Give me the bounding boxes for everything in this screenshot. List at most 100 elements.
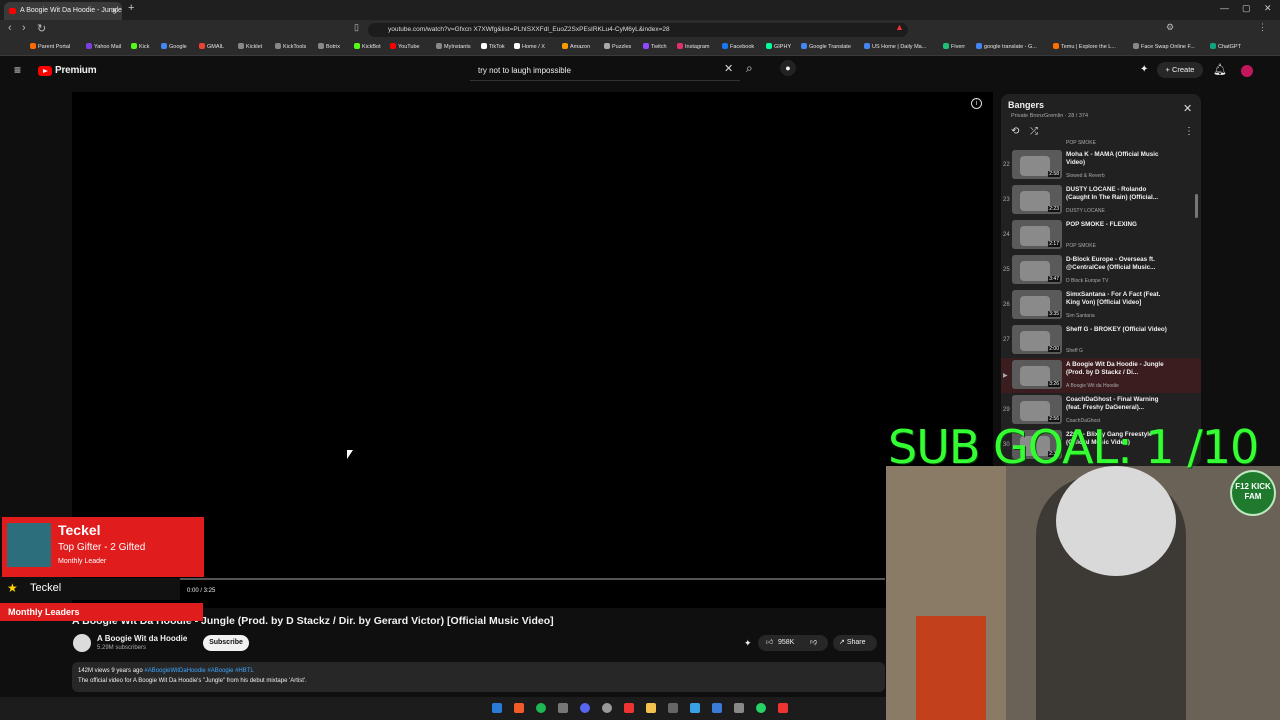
bookmark-item[interactable]: YouTube	[390, 43, 420, 50]
minimize-icon[interactable]: —	[1220, 3, 1229, 13]
whatsapp-icon[interactable]	[756, 703, 766, 713]
playlist-item-title[interactable]: A Boogie Wit Da Hoodie - Jungle (Prod. b…	[1066, 361, 1171, 377]
like-count[interactable]: 958K	[778, 635, 794, 651]
hashtags[interactable]: #ABoogieWitDaHoodie #ABoogie #HBTL	[144, 668, 253, 674]
close-playlist-icon[interactable]: ✕	[1183, 102, 1192, 115]
playlist-thumbnail[interactable]: 3:35	[1012, 290, 1062, 319]
forward-icon[interactable]: ›	[22, 22, 26, 34]
clear-search-icon[interactable]: ✕	[724, 62, 733, 75]
bookmark-item[interactable]: Kick	[131, 43, 149, 50]
bookmark-item[interactable]: US Home | Daily Ma...	[864, 43, 926, 50]
bookmark-item[interactable]: MyInstants	[436, 43, 471, 50]
telegram-icon[interactable]	[690, 703, 700, 713]
playlist-item[interactable]: 27 2:00 Sheff G - BROKEY (Official Video) S…	[1001, 323, 1201, 358]
bookmark-item[interactable]: google translate - G...	[976, 43, 1037, 50]
search-input[interactable]: try not to laugh impossible	[470, 60, 740, 81]
shuffle-icon[interactable]: ⤮	[1030, 126, 1038, 137]
video-player[interactable]	[72, 92, 993, 608]
bookmark-item[interactable]: KickBot	[354, 43, 381, 50]
bookmark-item[interactable]: KickTools	[275, 43, 306, 50]
photos-icon[interactable]	[712, 703, 722, 713]
share-button[interactable]: ↗ Share	[833, 635, 877, 651]
browser-tab[interactable]: A Boogie Wit Da Hoodie - Jungle ✕	[4, 2, 122, 20]
bookmark-item[interactable]: Temu | Explore the L...	[1053, 43, 1116, 50]
playlist-item[interactable]: 23 2:23 DUSTY LOCANE - Rolando (Caught In …	[1001, 183, 1201, 218]
playlist-item[interactable]: 26 3:35 SimxSantana - For A Fact (Feat. Ki…	[1001, 288, 1201, 323]
playlist-item-title[interactable]: CoachDaGhost - Final Warning (feat. Fres…	[1066, 396, 1171, 412]
bookmark-item[interactable]: Fiverr	[943, 43, 965, 50]
playlist-item-title[interactable]: D-Block Europe - Overseas ft. @CentralCe…	[1066, 256, 1171, 272]
bookmark-item[interactable]: Puzzles	[604, 43, 631, 50]
notifications-icon[interactable]: 🔔︎	[1213, 63, 1227, 76]
channel-name[interactable]: A Boogie Wit da Hoodie	[97, 634, 187, 643]
playlist-thumbnail[interactable]: 3:26	[1012, 360, 1062, 389]
bookmark-item[interactable]: Google	[161, 43, 187, 50]
progress-bar[interactable]	[72, 578, 885, 580]
info-icon[interactable]: i	[971, 98, 982, 109]
youtube-logo-icon[interactable]	[38, 66, 52, 76]
dislike-icon[interactable]: 👎︎	[810, 635, 817, 651]
bookmark-item[interactable]: Home / X	[514, 43, 545, 50]
playlist-item[interactable]: 25 3:47 D-Block Europe - Overseas ft. @Cen…	[1001, 253, 1201, 288]
bookmark-item[interactable]: Instagram	[677, 43, 709, 50]
playlist-thumbnail[interactable]: 2:58	[1012, 150, 1062, 179]
playlist-item-title[interactable]: DUSTY LOCANE - Rolando (Caught In The Ra…	[1066, 186, 1171, 202]
menu-icon[interactable]: ⋮	[1258, 22, 1267, 33]
url-field[interactable]: youtube.com/watch?v=Gfxcn X7XWfg&list=PL…	[368, 23, 908, 37]
bookmark-item[interactable]: Google Translate	[801, 43, 851, 50]
bookmark-item[interactable]: Twitch	[643, 43, 667, 50]
loop-icon[interactable]: ⟲	[1011, 126, 1019, 137]
playlist-thumbnail[interactable]: 2:23	[1012, 185, 1062, 214]
maximize-icon[interactable]: ▢	[1242, 3, 1251, 14]
microphone-icon[interactable]: ●	[780, 60, 796, 76]
playlist-item[interactable]: ▶ 3:26 A Boogie Wit Da Hoodie - Jungle (Pr…	[1001, 358, 1201, 393]
description-box[interactable]: 142M views 9 years ago #ABoogieWitDaHood…	[72, 662, 885, 692]
playlist-thumbnail[interactable]: 2:17	[1012, 220, 1062, 249]
hamburger-menu-icon[interactable]: ≡	[14, 63, 21, 77]
playlist-scrollbar[interactable]	[1195, 194, 1198, 218]
search-icon[interactable]: ⌕	[746, 61, 753, 76]
playlist-title[interactable]: Bangers	[1008, 100, 1044, 110]
sparkle-icon[interactable]: ✦	[744, 638, 752, 649]
playlist-thumbnail[interactable]: 2:00	[1012, 325, 1062, 354]
create-button[interactable]: + Create	[1157, 62, 1203, 78]
bookmark-item[interactable]: Face Swap Online F...	[1133, 43, 1195, 50]
like-icon[interactable]: 👍︎	[766, 635, 773, 651]
discord-icon[interactable]	[580, 703, 590, 713]
folder-icon[interactable]	[646, 703, 656, 713]
bookmark-item[interactable]: Amazon	[562, 43, 590, 50]
app-pin-icon[interactable]	[778, 703, 788, 713]
spotify-icon[interactable]	[536, 703, 546, 713]
subscribe-button[interactable]: Subscribe	[203, 635, 249, 651]
playlist-item-title[interactable]: Moha K - MAMA (Official Music Video)	[1066, 151, 1171, 167]
bookmark-item[interactable]: Botrix	[318, 43, 340, 50]
playlist-item-title[interactable]: SimxSantana - For A Fact (Feat. King Von…	[1066, 291, 1171, 307]
cast-icon[interactable]: ✦	[1140, 64, 1148, 75]
start-icon[interactable]	[492, 703, 502, 713]
close-tab-icon[interactable]: ✕	[111, 2, 118, 20]
settings-icon[interactable]	[734, 703, 744, 713]
obs-icon[interactable]	[602, 703, 612, 713]
bookmark-item[interactable]: Parent Portal	[30, 43, 70, 50]
bookmark-icon[interactable]: ▯	[354, 22, 359, 33]
bookmark-item[interactable]: TikTok	[481, 43, 505, 50]
calendar-icon[interactable]	[558, 703, 568, 713]
app-icon[interactable]	[668, 703, 678, 713]
extension-icon[interactable]: ▲	[895, 22, 904, 32]
extensions-icon[interactable]: ⚙	[1166, 22, 1174, 33]
reload-icon[interactable]: ↻	[37, 22, 46, 35]
channel-avatar[interactable]	[73, 634, 91, 652]
playlist-thumbnail[interactable]: 3:47	[1012, 255, 1062, 284]
playlist-item-title[interactable]: Sheff G - BROKEY (Official Video)	[1066, 326, 1171, 334]
close-window-icon[interactable]: ✕	[1264, 3, 1272, 14]
more-options-icon[interactable]: ⋮	[1184, 126, 1194, 137]
bookmark-item[interactable]: Facebook	[722, 43, 754, 50]
back-icon[interactable]: ‹	[8, 22, 12, 34]
bookmark-item[interactable]: ChatGPT	[1210, 43, 1241, 50]
bookmark-item[interactable]: GMAIL	[199, 43, 224, 50]
playlist-item[interactable]: 22 2:58 Moha K - MAMA (Official Music Vide…	[1001, 148, 1201, 183]
bookmark-item[interactable]: Kicklet	[238, 43, 262, 50]
brave-icon[interactable]	[514, 703, 524, 713]
new-tab-icon[interactable]: +	[128, 2, 134, 14]
avatar[interactable]	[1241, 65, 1253, 77]
